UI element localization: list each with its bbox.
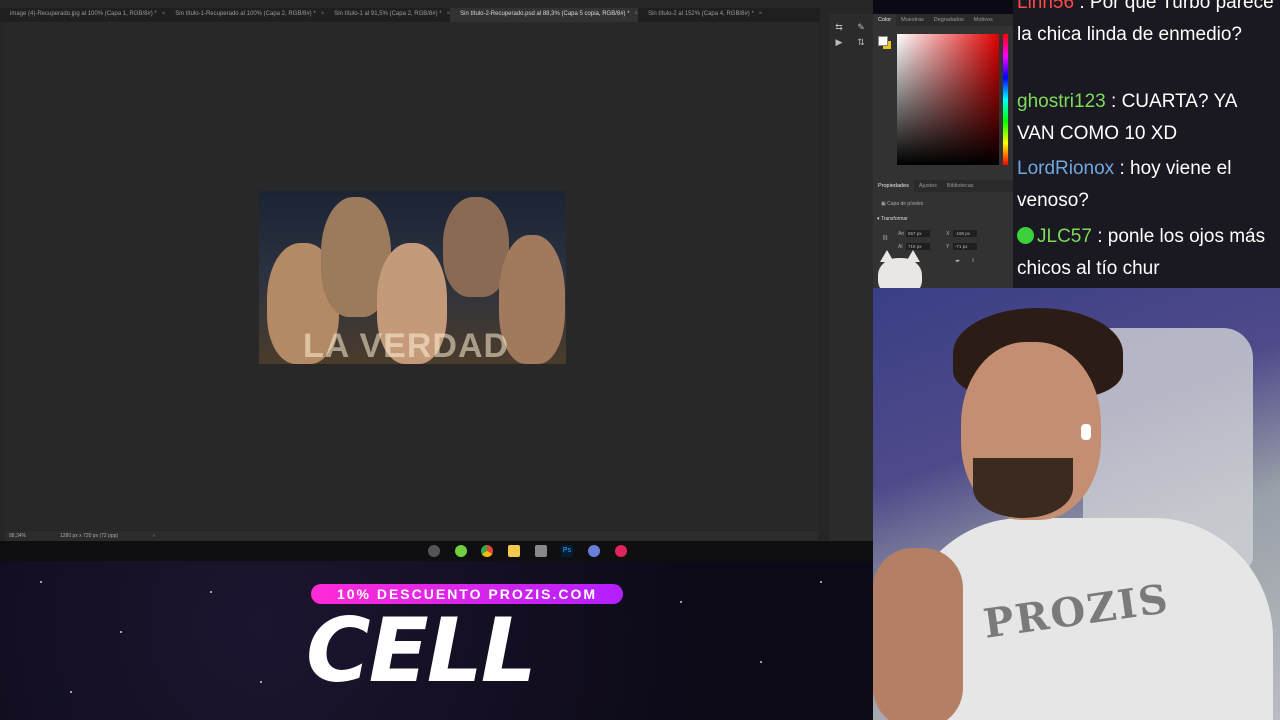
document-tab[interactable]: Sin título-2 al 152% (Capa 4, RGB/8#) * ×: [638, 8, 762, 22]
layer-type-label: Capa de píxeles: [887, 201, 924, 207]
document-tab-bar: image (4)-Recuperado.jpg al 100% (Capa 1…: [0, 8, 820, 22]
chat-username[interactable]: Linn56: [1017, 0, 1074, 13]
star: [210, 591, 212, 593]
chat-message: JLC57 : ponle los ojos más chicos al tío…: [1017, 226, 1266, 279]
document-tab[interactable]: Sin título-1 al 91,5% (Capa 2, RGB/8#) *…: [324, 8, 450, 22]
zoom-level[interactable]: 88,34%: [9, 533, 26, 539]
star: [260, 681, 262, 683]
earbud-icon: [1081, 424, 1091, 440]
person-arm: [873, 548, 963, 720]
tab-label: image (4)-Recuperado.jpg al 100% (Capa 1…: [10, 11, 157, 17]
discord-icon[interactable]: [588, 545, 600, 557]
clock-app-icon[interactable]: [428, 545, 440, 557]
photoshop-icon[interactable]: Ps: [561, 545, 573, 557]
badge-icon: [1017, 227, 1034, 244]
document-tab-active[interactable]: Sin título-2-Recuperado.psd al 88,3% (Ca…: [450, 8, 639, 22]
app-icon[interactable]: [535, 545, 547, 557]
height-field[interactable]: 719 px: [906, 243, 930, 250]
x-field[interactable]: -198 px: [953, 230, 977, 237]
chevron-right-icon[interactable]: ›: [153, 533, 155, 539]
taskbar: Ps: [0, 541, 873, 561]
color-picker-field[interactable]: [897, 34, 999, 165]
hue-slider[interactable]: [1003, 34, 1008, 165]
tab-label: Sin título-1 al 91,5% (Capa 2, RGB/8#) *: [334, 11, 442, 17]
tab-degradados[interactable]: Degradados: [929, 14, 969, 26]
star: [680, 601, 682, 603]
person-beard: [973, 458, 1073, 518]
chat-username[interactable]: LordRionox: [1017, 158, 1114, 179]
document-size: 1280 px x 720 px (72 ppp): [60, 533, 119, 539]
star: [40, 581, 42, 583]
app-icon[interactable]: [615, 545, 627, 557]
chevron-down-icon: ▾: [877, 216, 880, 222]
star: [760, 661, 762, 663]
adjust-icon[interactable]: ⇅: [856, 37, 866, 47]
document-title-text: LA VERDAD: [303, 327, 510, 364]
play-icon[interactable]: ▶: [834, 37, 844, 47]
document-tab[interactable]: Sin título-1-Recuperado al 100% (Capa 2,…: [165, 8, 324, 22]
flip-vertical-icon[interactable]: ⇳: [971, 258, 975, 264]
chrome-icon[interactable]: [481, 545, 493, 557]
y-label: Y: [946, 244, 950, 250]
brush-icon[interactable]: ✎: [856, 22, 866, 32]
close-icon[interactable]: ×: [759, 11, 763, 17]
status-bar: 88,34% 1280 px x 720 px (72 ppp) ›: [5, 531, 818, 541]
x-label: X: [946, 231, 950, 237]
flip-icon[interactable]: ◂▸: [955, 258, 960, 264]
foreground-color-swatch[interactable]: [878, 36, 888, 46]
tab-label: Sin título-2-Recuperado.psd al 88,3% (Ca…: [460, 11, 630, 17]
chat-username[interactable]: JLC57: [1037, 226, 1092, 247]
tab-ajustes[interactable]: Ajustes: [914, 180, 942, 192]
document-tab[interactable]: image (4)-Recuperado.jpg al 100% (Capa 1…: [0, 8, 165, 22]
promo-title: CELL: [306, 599, 537, 702]
chat-message: ghostri123 : CUARTA? YA VAN COMO 10 XD: [1017, 91, 1237, 144]
tab-propiedades[interactable]: Propiedades: [873, 180, 914, 192]
star: [120, 631, 122, 633]
chat-username[interactable]: ghostri123: [1017, 91, 1106, 112]
history-icon[interactable]: ⇆: [834, 22, 844, 32]
width-field[interactable]: 657 px: [906, 230, 930, 237]
tab-label: Sin título-2 al 152% (Capa 4, RGB/8#) *: [648, 11, 754, 17]
transform-label: Transformar: [880, 216, 908, 222]
panel-icon-strip: ⇆ ▶ ✎ ⇅: [829, 14, 873, 541]
star: [820, 581, 822, 583]
folder-icon[interactable]: [508, 545, 520, 557]
star: [70, 691, 72, 693]
photoshop-window: image (4)-Recuperado.jpg al 100% (Capa 1…: [0, 0, 873, 541]
tab-bibliotecas[interactable]: Bibliotecas: [942, 180, 979, 192]
height-label: Al: [898, 244, 903, 250]
transform-section[interactable]: ▾ Transformar: [877, 216, 908, 222]
chat-message: LordRionox : hoy viene el venoso?: [1017, 158, 1232, 211]
tab-motivos[interactable]: Motivos: [969, 14, 998, 26]
chat-panel: Linn56 : Por que Turbo parece la chica l…: [1013, 0, 1280, 288]
properties-panel-tabs: Propiedades Ajustes Bibliotecas: [873, 180, 1013, 192]
color-panel-tabs: Color Muestras Degradados Motivos: [873, 14, 1013, 26]
tab-muestras[interactable]: Muestras: [896, 14, 929, 26]
layer-type-row: ▣ Capa de píxeles: [881, 201, 923, 207]
tab-color[interactable]: Color: [873, 14, 897, 26]
tab-label: Sin título-1-Recuperado al 100% (Capa 2,…: [175, 11, 316, 17]
y-field[interactable]: -71 px: [953, 243, 977, 250]
right-panels: Color Muestras Degradados Motivos Propie…: [873, 14, 1013, 288]
promo-banner: 10% DESCUENTO PROZIS.COM CELL: [0, 561, 873, 720]
link-icon[interactable]: ⛓: [882, 235, 888, 241]
messenger-app-icon[interactable]: [455, 545, 467, 557]
webcam-feed: PROZIS: [873, 288, 1280, 720]
pixel-layer-icon: ▣: [881, 201, 886, 207]
document-canvas[interactable]: LA VERDAD: [259, 191, 566, 364]
chat-message: Linn56 : Por que Turbo parece la chica l…: [1017, 0, 1275, 51]
width-label: An: [898, 231, 905, 237]
